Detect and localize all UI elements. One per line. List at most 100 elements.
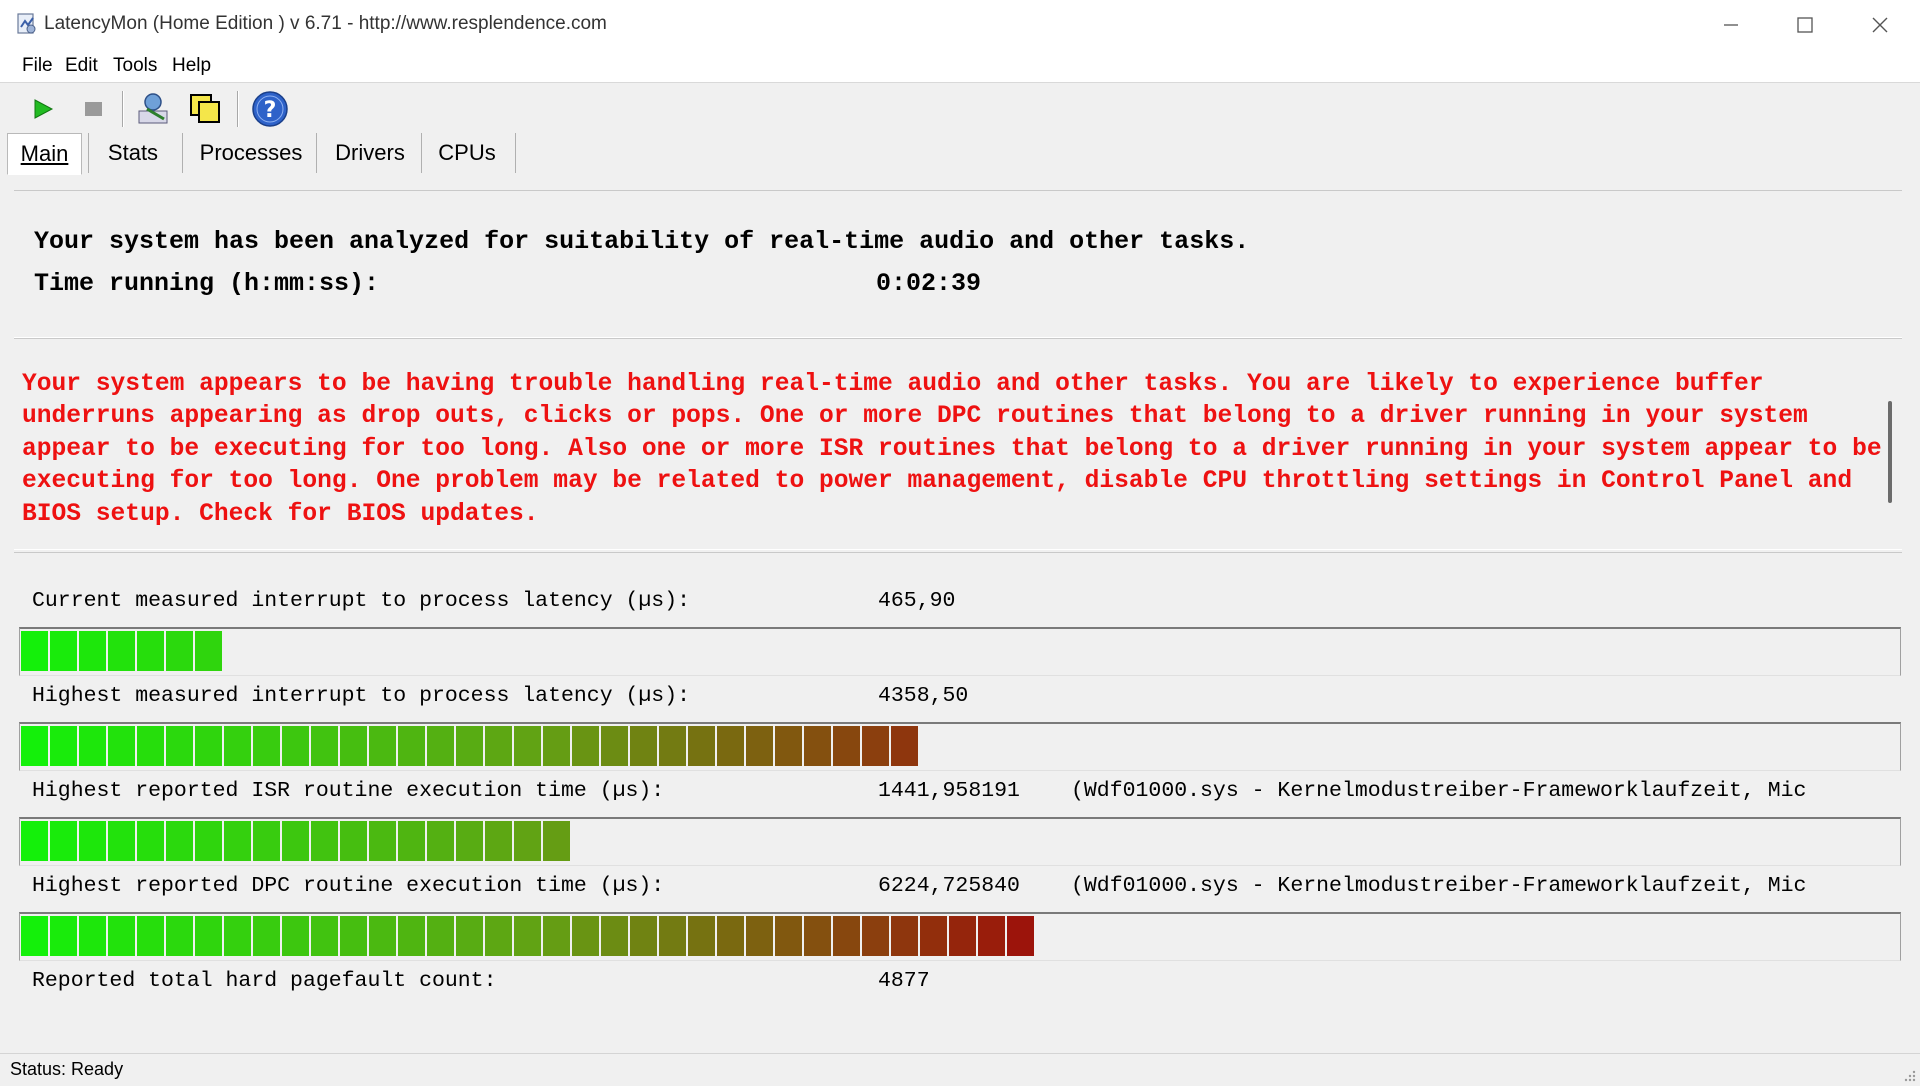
dpc-time-label: Highest reported DPC routine execution t… [32, 874, 665, 898]
bar-segment [311, 821, 340, 861]
warning-panel: Your system appears to be having trouble… [14, 338, 1902, 550]
toolbar-separator [237, 91, 239, 127]
bar-segment [804, 916, 833, 956]
bar-segment [601, 916, 630, 956]
bar-segment [485, 726, 514, 766]
bar-segment [746, 916, 775, 956]
bar-segment [1007, 916, 1036, 956]
minimize-button[interactable] [1693, 0, 1767, 50]
bar-segment [282, 726, 311, 766]
bar-segment [311, 726, 340, 766]
resize-grip-icon[interactable] [1902, 1068, 1916, 1082]
pagefault-value: 4877 [878, 969, 930, 993]
bar-segment [949, 916, 978, 956]
status-text: Status: Ready [10, 1059, 124, 1079]
bar-segment [775, 916, 804, 956]
close-button[interactable] [1843, 0, 1917, 50]
maximize-button[interactable] [1767, 0, 1841, 50]
bar-segment [79, 821, 108, 861]
bar-segment [833, 916, 862, 956]
time-running-label: Time running (h:mm:ss): [34, 269, 380, 298]
bar-segment [195, 821, 224, 861]
isr-time-label: Highest reported ISR routine execution t… [32, 779, 665, 803]
svg-text:?: ? [264, 98, 277, 123]
app-icon [17, 13, 36, 34]
bar-segment [601, 726, 630, 766]
bar-segment [427, 916, 456, 956]
bar-segment [456, 821, 485, 861]
window-title: LatencyMon (Home Edition ) v 6.71 - http… [44, 13, 607, 34]
bar-segment [195, 726, 224, 766]
stop-icon [85, 102, 102, 116]
bar-segment [340, 916, 369, 956]
menu-file[interactable]: File [22, 55, 53, 77]
bar-segment [456, 916, 485, 956]
summary-line: Your system has been analyzed for suitab… [34, 227, 1250, 256]
menu-help[interactable]: Help [172, 55, 211, 77]
bar-segment [253, 726, 282, 766]
bar-segment [50, 726, 79, 766]
bar-segment [398, 916, 427, 956]
bar-segment [891, 726, 920, 766]
bar-segment [195, 631, 224, 671]
summary-panel: Your system has been analyzed for suitab… [14, 190, 1902, 338]
help-button[interactable]: ? [250, 89, 290, 129]
dpc-time-bar [19, 912, 1901, 961]
analyze-button[interactable] [134, 89, 174, 129]
tab-separator [316, 133, 317, 173]
bar-segment [514, 916, 543, 956]
bar-segment [369, 821, 398, 861]
menu-edit[interactable]: Edit [65, 55, 98, 77]
isr-driver-info: (Wdf01000.sys - Kernelmodustreiber-Frame… [1071, 779, 1807, 803]
bar-segment [21, 916, 50, 956]
bar-segment [572, 916, 601, 956]
menu-tools[interactable]: Tools [113, 55, 157, 77]
menu-bar: File Edit Tools Help [0, 50, 1920, 83]
start-button[interactable] [22, 89, 62, 129]
bar-segment [369, 726, 398, 766]
tab-processes[interactable]: Processes [192, 133, 310, 173]
analyze-icon [138, 93, 168, 124]
bar-segment [50, 631, 79, 671]
tab-drivers[interactable]: Drivers [324, 133, 416, 173]
bar-segment [630, 726, 659, 766]
bar-segment [166, 821, 195, 861]
bar-segment [543, 821, 572, 861]
bar-segment [862, 726, 891, 766]
stop-button[interactable] [74, 89, 114, 129]
tab-separator [421, 133, 422, 173]
tab-main[interactable]: Main [7, 133, 82, 175]
bar-segment [21, 631, 50, 671]
bar-segment [21, 726, 50, 766]
tab-separator [515, 133, 516, 173]
play-icon [34, 99, 54, 119]
warning-scrollbar[interactable] [1888, 401, 1892, 503]
bar-segment [282, 916, 311, 956]
bar-segment [427, 726, 456, 766]
bar-segment [891, 916, 920, 956]
close-icon [1872, 17, 1888, 33]
bar-segment [137, 631, 166, 671]
bar-segment [195, 916, 224, 956]
toolbar-separator [122, 91, 124, 127]
tab-label: Stats [107, 140, 159, 165]
bar-segment [108, 631, 137, 671]
dpc-bar-fill [21, 916, 1036, 956]
isr-time-bar [19, 817, 1901, 866]
bar-segment [166, 726, 195, 766]
bar-segment [485, 821, 514, 861]
title-bar: LatencyMon (Home Edition ) v 6.71 - http… [0, 0, 1920, 51]
bar-segment [340, 821, 369, 861]
bar-segment [862, 916, 891, 956]
bar-segment [340, 726, 369, 766]
bar-segment [717, 916, 746, 956]
tab-strip: Main Stats Processes Drivers CPUs [0, 133, 1920, 175]
tab-stats[interactable]: Stats [96, 133, 170, 173]
tab-cpus[interactable]: CPUs [428, 133, 506, 173]
tab-separator [182, 133, 183, 173]
bar-segment [659, 916, 688, 956]
bar-segment [398, 821, 427, 861]
bar-segment [50, 821, 79, 861]
windows-button[interactable] [186, 89, 226, 129]
bar-segment [775, 726, 804, 766]
